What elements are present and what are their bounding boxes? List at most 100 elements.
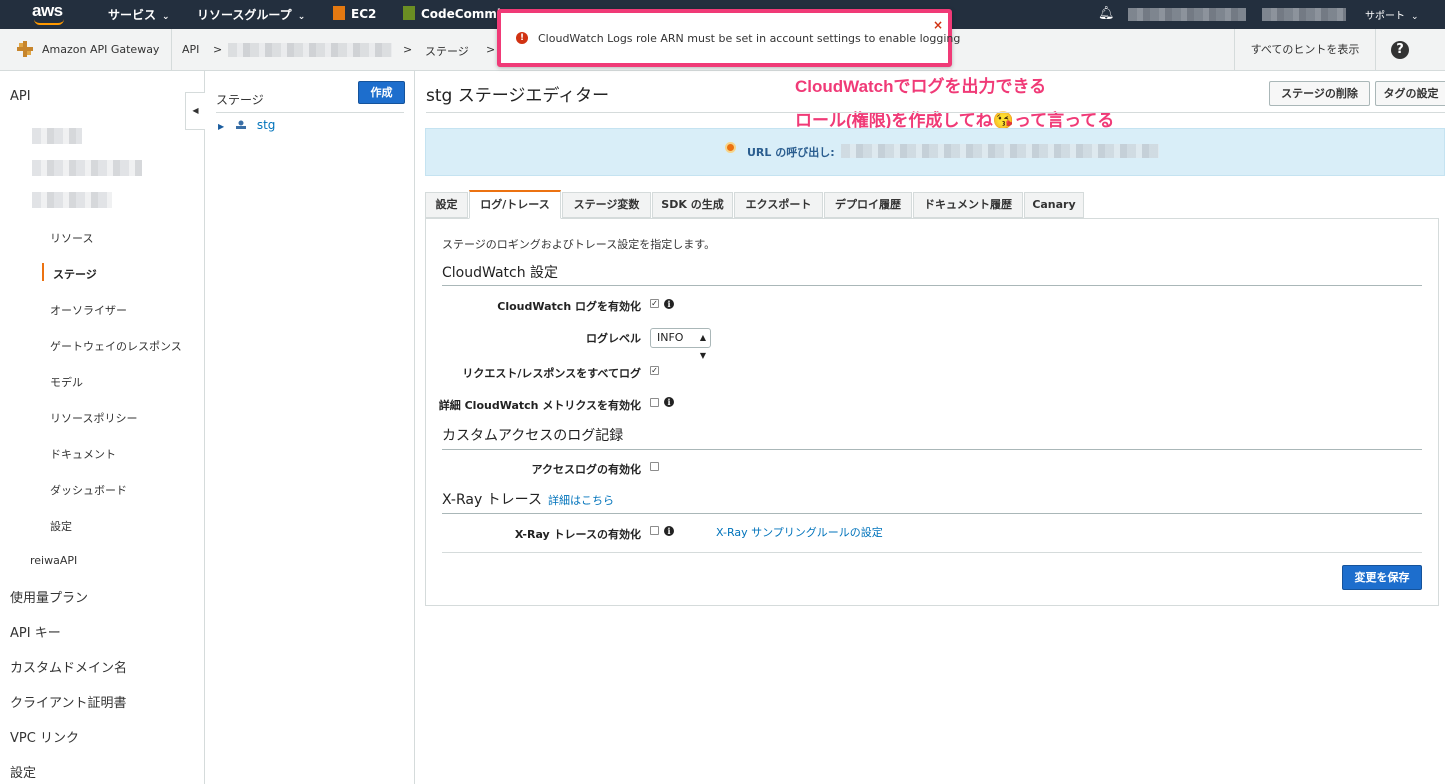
close-icon[interactable]: ×: [933, 18, 943, 32]
sidebar-item-api-keys[interactable]: API キー: [10, 622, 61, 641]
codecommit-icon: [403, 6, 415, 20]
sidebar-api-current[interactable]: [32, 192, 112, 208]
info-icon[interactable]: i: [664, 526, 674, 536]
invoke-url-value[interactable]: [841, 144, 1159, 158]
breadcrumb-api-name[interactable]: [228, 43, 392, 57]
sidebar-item-documentation[interactable]: ドキュメント: [50, 446, 116, 462]
select-arrows-icon: ▲ ▼: [699, 333, 706, 360]
active-indicator: [42, 263, 44, 281]
sidebar-item-models[interactable]: モデル: [50, 374, 83, 390]
info-icon[interactable]: i: [664, 299, 674, 309]
bell-icon[interactable]: 🔔︎: [1098, 6, 1115, 21]
delete-stage-button[interactable]: ステージの削除: [1269, 81, 1370, 106]
detailed-metrics-label: 詳細 CloudWatch メトリクスを有効化: [438, 399, 641, 412]
shortcut-ec2[interactable]: EC2: [333, 6, 376, 21]
sidebar-item-vpc-links[interactable]: VPC リンク: [10, 727, 79, 746]
cloudwatch-heading: CloudWatch 設定: [442, 265, 559, 281]
info-dot-icon: [725, 142, 736, 153]
invoke-url-label: URL の呼び出し:: [747, 146, 835, 159]
sidebar-item-reiwaapi[interactable]: reiwaAPI: [30, 554, 77, 567]
tab-deployment-history[interactable]: デプロイ履歴: [824, 192, 912, 218]
xray-sampling-link[interactable]: X-Ray サンプリングルールの設定: [716, 524, 883, 540]
sidebar-item-gateway-responses[interactable]: ゲートウェイのレスポンス: [50, 338, 182, 354]
divider: [442, 513, 1422, 514]
log-level-label: ログレベル: [586, 332, 641, 345]
save-changes-button[interactable]: 変更を保存: [1342, 565, 1422, 590]
service-home-link[interactable]: Amazon API Gateway: [42, 43, 159, 56]
help-icon[interactable]: ?: [1391, 41, 1409, 59]
chevron-left-icon: ◀: [192, 106, 199, 115]
chevron-down-icon: ⌄: [162, 12, 170, 22]
services-menu[interactable]: サービス ⌄: [108, 6, 170, 23]
region-selector[interactable]: [1262, 8, 1346, 21]
stage-icon: [235, 120, 246, 129]
error-alert: ! CloudWatch Logs role ARN must be set i…: [497, 9, 960, 67]
log-full-checkbox[interactable]: ✓: [650, 366, 659, 375]
tab-settings[interactable]: 設定: [425, 192, 468, 218]
sidebar-item-usage-plans[interactable]: 使用量プラン: [10, 587, 88, 606]
access-log-label: アクセスログの有効化: [531, 463, 641, 476]
sidebar-item-resource-policy[interactable]: リソースポリシー: [50, 410, 137, 426]
sidebar: API リソース ステージ オーソライザー ゲートウェイのレスポンス モデル リ…: [0, 71, 205, 784]
sidebar-item-stages[interactable]: ステージ: [53, 266, 97, 282]
sidebar-item-custom-domains[interactable]: カスタムドメイン名: [10, 657, 127, 676]
error-icon: !: [516, 32, 528, 44]
expand-triangle-icon[interactable]: ▶: [218, 122, 224, 131]
page-title: stg ステージエディター: [426, 86, 610, 106]
shortcut-codecommit[interactable]: CodeCommit: [403, 6, 507, 21]
xray-details-link[interactable]: 詳細はこちら: [548, 494, 614, 507]
show-hints-button[interactable]: すべてのヒントを表示: [1234, 29, 1376, 70]
sidebar-item-global-settings[interactable]: 設定: [10, 762, 36, 781]
xray-enable-label: X-Ray トレースの有効化: [514, 528, 641, 541]
sidebar-api-2[interactable]: [32, 160, 142, 176]
api-gateway-icon: [17, 41, 33, 57]
sidebar-item-dashboard[interactable]: ダッシュボード: [50, 482, 127, 498]
tab-documentation-history[interactable]: ドキュメント履歴: [913, 192, 1023, 218]
breadcrumb-separator: >: [486, 43, 496, 56]
sidebar-item-resources[interactable]: リソース: [50, 230, 93, 246]
resource-groups-menu[interactable]: リソースグループ ⌄: [197, 6, 305, 23]
log-full-label: リクエスト/レスポンスをすべてログ: [462, 367, 641, 380]
alert-message: CloudWatch Logs role ARN must be set in …: [538, 32, 961, 45]
divider: [442, 449, 1422, 450]
tab-export[interactable]: エクスポート: [734, 192, 823, 218]
sidebar-item-client-certificates[interactable]: クライアント証明書: [10, 692, 126, 711]
sidebar-api-1[interactable]: [32, 128, 82, 144]
collapse-sidebar-button[interactable]: ◀: [185, 92, 205, 130]
stage-tree-title: ステージ: [216, 93, 264, 107]
enable-cloudwatch-logs-label: CloudWatch ログを有効化: [497, 300, 641, 313]
account-name[interactable]: [1128, 8, 1246, 21]
stage-node-label[interactable]: stg: [257, 118, 276, 132]
sidebar-item-settings[interactable]: 設定: [50, 518, 72, 534]
tab-canary[interactable]: Canary: [1024, 192, 1084, 218]
tab-logs-tracing[interactable]: ログ/トレース: [469, 190, 561, 219]
stage-node-stg[interactable]: ▶ stg: [218, 118, 275, 132]
log-level-select[interactable]: INFO ▲ ▼: [650, 328, 711, 360]
tab-stage-variables[interactable]: ステージ変数: [562, 192, 651, 218]
aws-smile-icon: [34, 19, 64, 25]
info-icon[interactable]: i: [664, 397, 674, 407]
enable-cloudwatch-logs-checkbox[interactable]: ✓: [650, 299, 659, 308]
chevron-down-icon: ⌄: [1411, 12, 1419, 22]
tags-button[interactable]: タグの設定: [1375, 81, 1445, 106]
sidebar-item-authorizers[interactable]: オーソライザー: [50, 302, 127, 318]
tab-sdk-generation[interactable]: SDK の生成: [652, 192, 733, 218]
divider: [442, 285, 1422, 286]
access-log-heading: カスタムアクセスのログ記録: [442, 428, 624, 444]
aws-logo[interactable]: aws: [32, 1, 63, 21]
xray-heading: X-Ray トレース 詳細はこちら: [442, 492, 614, 508]
detailed-metrics-checkbox[interactable]: [650, 398, 659, 407]
sidebar-item-apis[interactable]: API: [10, 89, 31, 104]
annotation-line-1: CloudWatchでログを出力できる: [795, 77, 1047, 96]
panel-description: ステージのロギングおよびトレース設定を指定します。: [442, 238, 716, 251]
stage-tree-panel: ステージ 作成 ▶ stg: [205, 71, 415, 784]
chevron-down-icon: ⌄: [297, 12, 306, 22]
access-log-checkbox[interactable]: [650, 462, 659, 471]
support-menu[interactable]: サポート ⌄: [1365, 7, 1419, 22]
create-stage-button[interactable]: 作成: [358, 81, 405, 104]
breadcrumb-stage[interactable]: ステージ: [425, 43, 469, 59]
xray-enable-checkbox[interactable]: [650, 526, 659, 535]
divider: [171, 29, 172, 70]
ec2-icon: [333, 6, 345, 20]
breadcrumb-api[interactable]: API: [182, 43, 199, 56]
